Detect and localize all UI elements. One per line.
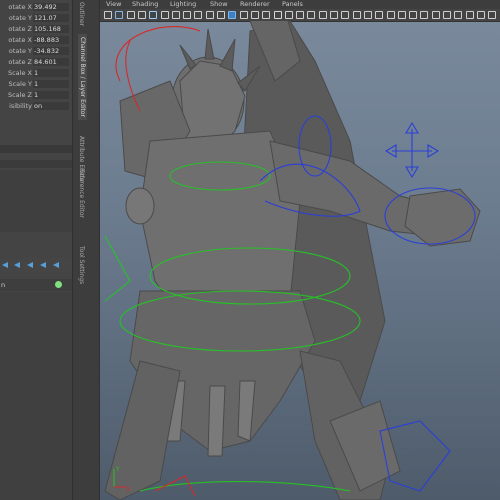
viewport-toolbar-icon[interactable] [488, 11, 497, 19]
viewport-toolbar-icon[interactable] [104, 11, 112, 19]
channel-row[interactable]: otate Y 121.07 [0, 14, 72, 23]
channel-value-field[interactable]: 105.168 [33, 25, 69, 33]
viewport-toolbar-icon[interactable] [160, 11, 169, 19]
viewport-toolbar-icon[interactable] [431, 11, 440, 19]
hand-move-manipulator-icon [384, 121, 440, 179]
menu-panels[interactable]: Panels [282, 0, 303, 9]
viewport-toolbar-icon[interactable] [296, 11, 305, 19]
viewport-toolbar-icon[interactable] [273, 11, 282, 19]
tab-reference-editor[interactable]: Reference Editor [78, 168, 85, 218]
channel-label: Scale X [7, 69, 32, 77]
channel-label: otate X [8, 36, 32, 44]
new-layer-icon[interactable] [27, 261, 35, 269]
channel-row[interactable]: otate X 39.492 [0, 3, 72, 12]
foot-control-red [154, 475, 196, 497]
channel-row[interactable]: Scale Z1 [0, 91, 72, 100]
new-layer-selected-icon[interactable] [40, 261, 48, 269]
3d-viewport[interactable]: View Shading Lighting Show Renderer Pane… [100, 0, 500, 500]
viewport-toolbar-icon[interactable] [307, 11, 316, 19]
channel-value-field[interactable]: -88.883 [33, 36, 69, 44]
viewport-toolbar-icon[interactable] [465, 11, 474, 19]
channel-value-field[interactable]: 121.07 [33, 14, 69, 22]
viewport-toolbar-icon[interactable] [194, 11, 203, 19]
viewport-toolbar-icon[interactable] [250, 11, 259, 19]
viewport-toolbar-icon[interactable] [284, 11, 293, 19]
layer-row[interactable]: n [0, 279, 72, 291]
channel-row[interactable]: otate X -88.883 [0, 36, 72, 45]
channel-label: Scale Y [8, 80, 32, 88]
viewport-toolbar-icon[interactable] [205, 11, 214, 19]
scene-view[interactable]: Y X [100, 21, 500, 500]
channel-value-field[interactable]: 1 [33, 91, 69, 99]
viewport-toolbar-icon[interactable] [386, 11, 395, 19]
viewport-menu-bar: View Shading Lighting Show Renderer Pane… [100, 0, 500, 9]
menu-lighting[interactable]: Lighting [170, 0, 196, 9]
channel-label: isibility [9, 102, 32, 110]
character-model[interactable] [104, 21, 481, 500]
channel-row[interactable]: otate Z 105.168 [0, 25, 72, 34]
channel-value-field[interactable]: 39.492 [33, 3, 69, 11]
tab-tool-settings[interactable]: Tool Settings [78, 246, 85, 284]
channel-value-field[interactable]: 84.601 [33, 58, 69, 66]
move-layer-down-icon[interactable] [14, 261, 22, 269]
viewport-toolbar-icon[interactable] [262, 11, 271, 19]
channel-box-panel: otate X 39.492 otate Y 121.07 otate Z 105.168… [0, 0, 72, 500]
channel-row[interactable]: Scale Y1 [0, 80, 72, 89]
viewport-toolbar-icon[interactable] [352, 11, 361, 19]
layer-list-area [0, 292, 72, 500]
viewport-toolbar-icon[interactable] [443, 11, 451, 19]
viewport-toolbar-icon[interactable] [318, 11, 327, 19]
viewport-toolbar-icon[interactable] [137, 11, 146, 19]
layer-editor-header[interactable] [0, 160, 72, 168]
viewport-toolbar-icon[interactable] [228, 11, 237, 19]
viewport-toolbar-icon[interactable] [239, 11, 248, 19]
layer-editor-toolbar [0, 258, 72, 272]
channel-label: otate Y [8, 47, 32, 55]
menu-show[interactable]: Show [210, 0, 228, 9]
channel-box-empty-area [0, 170, 72, 232]
viewport-toolbar-icon[interactable] [330, 11, 338, 19]
viewport-toolbar-icon[interactable] [341, 11, 350, 19]
channel-row[interactable]: otate Z 84.601 [0, 58, 72, 67]
viewport-toolbar-icon[interactable] [149, 11, 158, 19]
layer-options-icon[interactable] [53, 261, 61, 269]
viewport-toolbar-icon[interactable] [217, 11, 225, 19]
menu-renderer[interactable]: Renderer [240, 0, 270, 9]
channel-value-field[interactable]: -34.832 [33, 47, 69, 55]
viewport-toolbar-icon[interactable] [476, 11, 485, 19]
channel-label: Scale Z [7, 91, 32, 99]
channel-value-field[interactable]: 1 [33, 80, 69, 88]
channel-row[interactable]: isibility on [0, 102, 72, 111]
viewport-toolbar-icon[interactable] [183, 11, 192, 19]
tab-outliner[interactable]: Outliner [78, 2, 85, 26]
axis-y-label: Y [115, 466, 120, 473]
viewport-toolbar-icon[interactable] [454, 11, 463, 19]
viewport-toolbar-icon[interactable] [375, 11, 384, 19]
channel-row[interactable]: Scale X1 [0, 69, 72, 78]
channel-value-field[interactable]: 1 [33, 69, 69, 77]
axis-x-label: X [126, 486, 130, 493]
viewport-toolbar-icon[interactable] [171, 11, 180, 19]
viewport-toolbar-icon[interactable] [126, 11, 135, 19]
channel-label: otate X [8, 3, 32, 11]
channel-label: otate Z [8, 25, 32, 33]
channel-label: otate Z [8, 58, 32, 66]
section-header [0, 145, 72, 153]
menu-view[interactable]: View [106, 0, 121, 9]
layer-name: n [1, 281, 6, 289]
channel-label: otate Y [8, 14, 32, 22]
move-layer-up-icon[interactable] [2, 261, 10, 269]
viewport-toolbar-icon[interactable] [397, 11, 406, 19]
channel-value-field[interactable]: on [33, 102, 69, 110]
side-tab-strip: Outliner Channel Box / Layer Editor Attr… [72, 0, 100, 500]
menu-shading[interactable]: Shading [132, 0, 158, 9]
channel-row[interactable]: otate Y -34.832 [0, 47, 72, 56]
layer-color-swatch[interactable] [55, 281, 62, 288]
viewport-toolbar-icon[interactable] [363, 11, 372, 19]
viewport-toolbar-icon[interactable] [409, 11, 418, 19]
tab-channel-box-layer-editor[interactable]: Channel Box / Layer Editor [78, 34, 87, 120]
left-arm-control-green [104, 235, 131, 302]
viewport-toolbar-icon[interactable] [115, 11, 124, 19]
viewport-toolbar-icon[interactable] [420, 11, 429, 19]
